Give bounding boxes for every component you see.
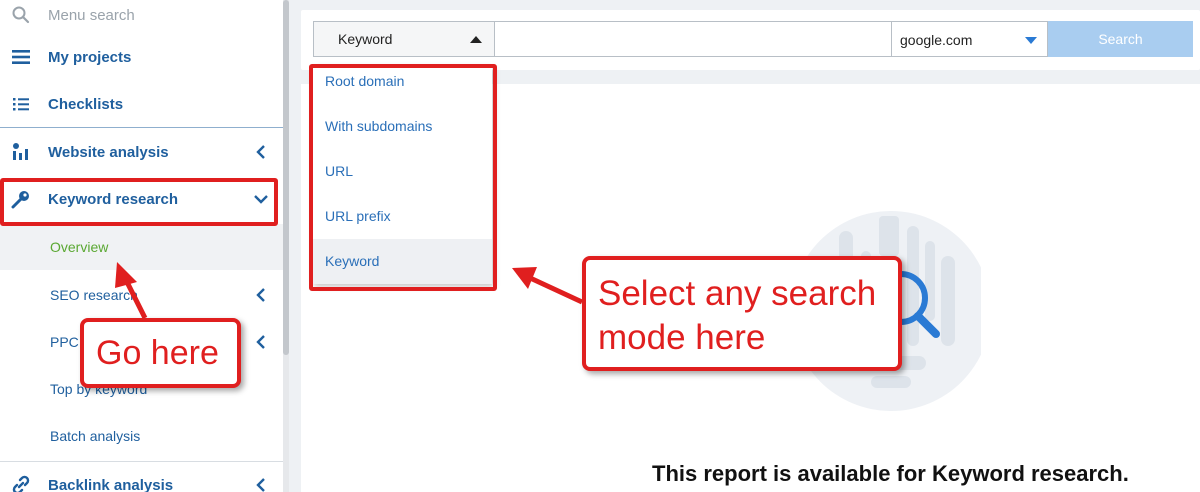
callout-text-line2: mode here <box>598 318 766 357</box>
callout-go-here: Go here <box>80 318 241 388</box>
callout-text-line1: Select any search <box>598 274 877 313</box>
annotation-arrows <box>115 262 584 320</box>
callout-select-mode: Select any search mode here <box>582 256 902 371</box>
callout-text: Go here <box>96 334 219 372</box>
